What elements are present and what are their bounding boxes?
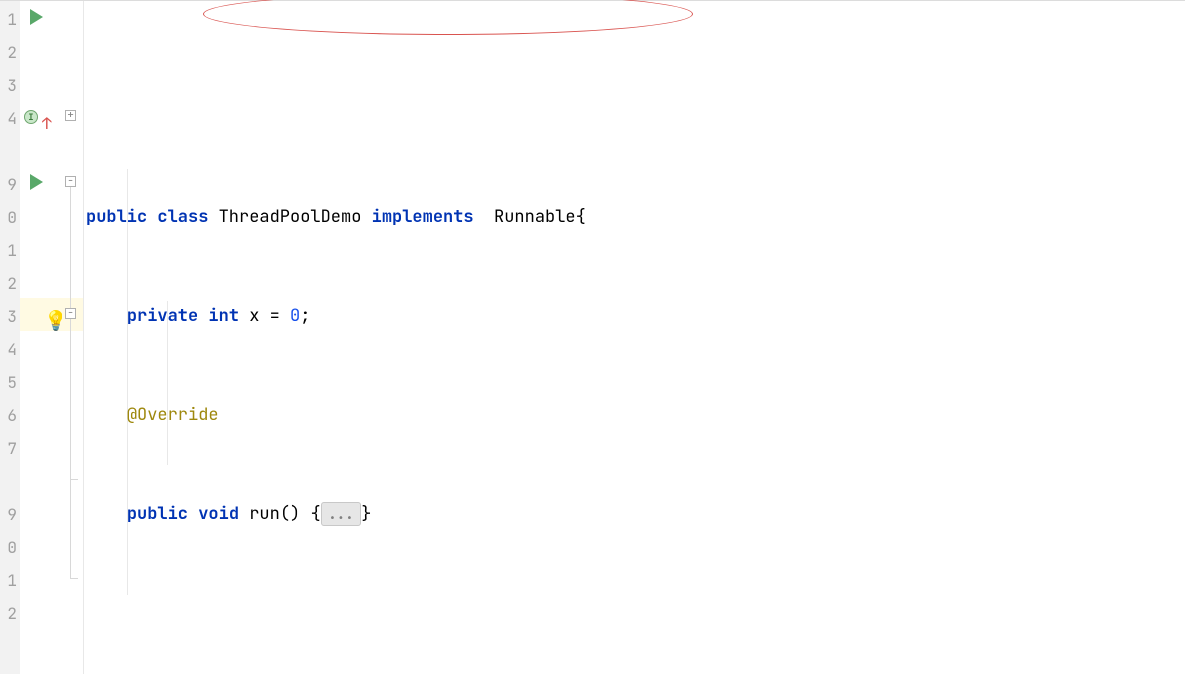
line-number: 2	[0, 267, 20, 300]
override-icon[interactable]: I	[24, 110, 38, 124]
line-number: 0	[0, 531, 20, 564]
code-line[interactable]: private int x = 0;	[84, 300, 1185, 333]
line-number-gutter: 1 2 3 4 9 0 1 2 3 4 5 6 7 9 0 1 2	[0, 1, 20, 674]
line-number: 7	[0, 432, 20, 465]
line-number	[0, 135, 20, 168]
code-line[interactable]: @Override	[84, 399, 1185, 432]
line-number: 6	[0, 399, 20, 432]
line-number: 5	[0, 366, 20, 399]
line-number: 9	[0, 498, 20, 531]
fold-expand-icon[interactable]: +	[65, 110, 76, 121]
code-line[interactable]	[84, 597, 1185, 630]
line-number: 2	[0, 597, 20, 630]
line-number: 3	[0, 300, 20, 333]
fold-collapse-icon[interactable]: −	[65, 308, 76, 319]
code-line[interactable]: public void run() {...}	[84, 498, 1185, 531]
fold-gutter: + − −	[62, 1, 84, 674]
line-number: 1	[0, 3, 20, 36]
line-number: 9	[0, 168, 20, 201]
run-icon[interactable]	[30, 9, 43, 25]
line-number: 0	[0, 201, 20, 234]
gutter-icon-column: I ↑ 💡	[20, 1, 62, 674]
line-number: 1	[0, 564, 20, 597]
line-number: 3	[0, 69, 20, 102]
folded-code-icon[interactable]: ...	[321, 502, 362, 526]
code-line[interactable]: public class ThreadPoolDemo implements R…	[84, 201, 1185, 234]
line-number: 2	[0, 36, 20, 69]
line-number: 4	[0, 333, 20, 366]
line-number: 1	[0, 234, 20, 267]
code-area[interactable]: public class ThreadPoolDemo implements R…	[84, 1, 1185, 674]
annotation-ellipse	[203, 0, 693, 35]
run-icon[interactable]	[30, 174, 43, 190]
fold-collapse-icon[interactable]: −	[65, 176, 76, 187]
line-number: 4	[0, 102, 20, 135]
code-editor[interactable]: 1 2 3 4 9 0 1 2 3 4 5 6 7 9 0 1 2 I ↑ 💡	[0, 0, 1185, 674]
line-number	[0, 465, 20, 498]
